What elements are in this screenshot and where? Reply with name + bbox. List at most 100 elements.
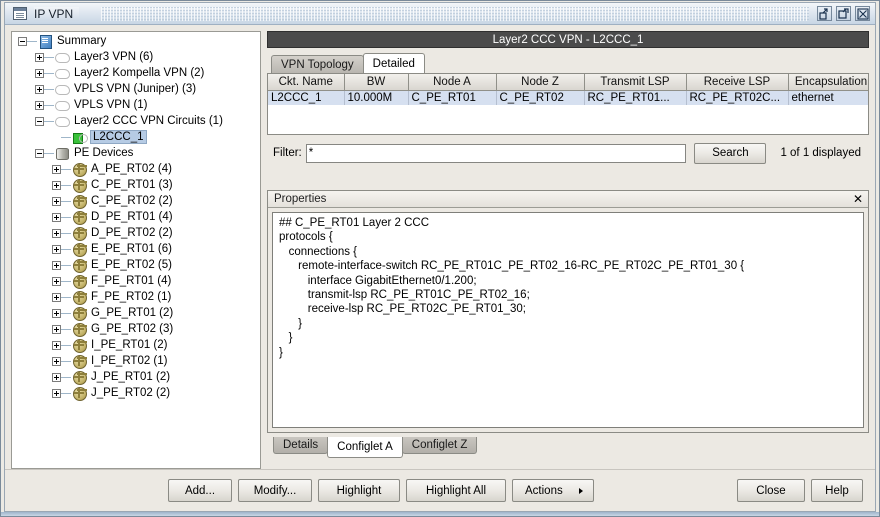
modify-button[interactable]: Modify... <box>238 479 312 502</box>
tree-node[interactable]: F_PE_RT02 (1) <box>13 289 259 305</box>
result-count-label: 1 of 1 displayed <box>780 147 861 159</box>
tree-node[interactable]: PE Devices <box>13 145 259 161</box>
router-icon <box>71 194 87 209</box>
tab-detailed[interactable]: Detailed <box>362 53 425 73</box>
expand-plus-icon[interactable] <box>35 68 44 78</box>
tree-node[interactable]: J_PE_RT02 (2) <box>13 385 259 401</box>
expand-plus-icon[interactable] <box>35 100 44 110</box>
collapse-minus-icon[interactable] <box>35 116 44 126</box>
expand-plus-icon[interactable] <box>52 388 61 398</box>
column-header[interactable]: Encapsulation <box>788 74 868 91</box>
filter-row: Filter: Search 1 of 1 displayed <box>267 141 869 165</box>
expand-plus-icon[interactable] <box>52 372 61 382</box>
tree-node[interactable]: Layer3 VPN (6) <box>13 49 259 65</box>
tree-node[interactable]: VPLS VPN (Juniper) (3) <box>13 81 259 97</box>
restore-down-icon[interactable] <box>817 6 832 21</box>
expand-plus-icon[interactable] <box>52 196 61 206</box>
column-header[interactable]: BW <box>344 74 409 91</box>
router-icon <box>71 338 87 353</box>
bottom-tab-configlet-a[interactable]: Configlet A <box>327 437 403 458</box>
tree-node[interactable]: L2CCC_1 <box>13 129 259 145</box>
tree-node[interactable]: Summary <box>13 33 259 49</box>
tab-vpn-topology[interactable]: VPN Topology <box>271 55 364 73</box>
tree-node-label: I_PE_RT02 (1) <box>91 355 168 367</box>
tree-node[interactable]: D_PE_RT02 (2) <box>13 225 259 241</box>
tree-connector <box>61 344 71 346</box>
tree-node-leaf-spacer <box>52 133 61 142</box>
table-cell: ethernet <box>788 90 868 105</box>
expand-plus-icon[interactable] <box>52 244 61 254</box>
tree-node[interactable]: Layer2 CCC VPN Circuits (1) <box>13 113 259 129</box>
expand-plus-icon[interactable] <box>52 228 61 238</box>
expand-plus-icon[interactable] <box>35 52 44 62</box>
router-icon <box>71 178 87 193</box>
column-header[interactable]: Receive LSP <box>686 74 789 91</box>
tree-node[interactable]: G_PE_RT02 (3) <box>13 321 259 337</box>
tree-node[interactable]: D_PE_RT01 (4) <box>13 209 259 225</box>
tree-node[interactable]: C_PE_RT01 (3) <box>13 177 259 193</box>
close-icon[interactable] <box>855 6 870 21</box>
router-icon <box>71 386 87 401</box>
expand-plus-icon[interactable] <box>52 276 61 286</box>
expand-plus-icon[interactable] <box>52 356 61 366</box>
tree-node[interactable]: E_PE_RT02 (5) <box>13 257 259 273</box>
column-header[interactable]: Node A <box>408 74 497 91</box>
properties-title: Properties <box>274 193 327 205</box>
tree-node[interactable]: A_PE_RT02 (4) <box>13 161 259 177</box>
router-icon <box>71 258 87 273</box>
tree-node[interactable]: Layer2 Kompella VPN (2) <box>13 65 259 81</box>
router-icon <box>71 210 87 225</box>
navigation-tree-panel[interactable]: Summary Layer3 VPN (6) Layer2 Kompella VPN… <box>11 31 261 469</box>
expand-plus-icon[interactable] <box>52 212 61 222</box>
tree-node[interactable]: I_PE_RT02 (1) <box>13 353 259 369</box>
button-label: Modify... <box>253 484 297 497</box>
actions-button[interactable]: Actions <box>512 479 594 502</box>
column-header[interactable]: Node Z <box>496 74 585 91</box>
expand-plus-icon[interactable] <box>52 308 61 318</box>
close-button[interactable]: Close <box>737 479 805 502</box>
circuits-table-container[interactable]: Ckt. Name BW Node A Node Z Transmit LSP Recei… <box>267 73 869 135</box>
column-header[interactable]: Transmit LSP <box>584 74 687 91</box>
expand-plus-icon[interactable] <box>52 164 61 174</box>
tree-node[interactable]: VPLS VPN (1) <box>13 97 259 113</box>
highlight-button[interactable]: Highlight <box>318 479 400 502</box>
detail-panel: Layer2 CCC VPN - L2CCC_1 VPN Topology Det… <box>267 31 869 463</box>
tree-node[interactable]: I_PE_RT01 (2) <box>13 337 259 353</box>
router-icon <box>71 370 87 385</box>
window-controls <box>817 6 870 21</box>
tree-node-label: F_PE_RT01 (4) <box>91 275 172 287</box>
expand-plus-icon[interactable] <box>52 260 61 270</box>
table-cell: RC_PE_RT01... <box>584 90 687 105</box>
tree-node[interactable]: J_PE_RT01 (2) <box>13 369 259 385</box>
table-row[interactable]: L2CCC_1 10.000M C_PE_RT01 C_PE_RT02 RC_PE_RT… <box>268 90 868 105</box>
properties-close-icon[interactable]: ✕ <box>853 193 863 205</box>
tree-node-label: G_PE_RT01 (2) <box>91 307 174 319</box>
maximize-icon[interactable] <box>836 6 851 21</box>
expand-plus-icon[interactable] <box>52 340 61 350</box>
highlight-all-button[interactable]: Highlight All <box>406 479 506 502</box>
bottom-tab-configlet-z[interactable]: Configlet Z <box>401 437 478 454</box>
tree-connector <box>44 120 54 122</box>
search-button[interactable]: Search <box>694 142 767 164</box>
window-bottom-strip <box>1 512 879 516</box>
properties-header: Properties ✕ <box>268 191 868 208</box>
tree-node-label: Layer2 CCC VPN Circuits (1) <box>74 115 223 127</box>
tree-connector <box>61 216 71 218</box>
expand-plus-icon[interactable] <box>35 84 44 94</box>
column-header[interactable]: Ckt. Name <box>268 74 345 91</box>
help-button[interactable]: Help <box>811 479 863 502</box>
tree-node-label: D_PE_RT01 (4) <box>91 211 173 223</box>
tree-node[interactable]: F_PE_RT01 (4) <box>13 273 259 289</box>
expand-plus-icon[interactable] <box>52 324 61 334</box>
add-button[interactable]: Add... <box>168 479 232 502</box>
expand-plus-icon[interactable] <box>52 292 61 302</box>
collapse-minus-icon[interactable] <box>35 148 44 158</box>
tree-node[interactable]: E_PE_RT01 (6) <box>13 241 259 257</box>
collapse-minus-icon[interactable] <box>18 36 27 46</box>
bottom-tab-details[interactable]: Details <box>273 437 329 454</box>
filter-input[interactable] <box>305 143 687 163</box>
tree-node[interactable]: G_PE_RT01 (2) <box>13 305 259 321</box>
expand-plus-icon[interactable] <box>52 180 61 190</box>
properties-body[interactable]: ## C_PE_RT01 Layer 2 CCC protocols { con… <box>272 212 864 428</box>
tree-node[interactable]: C_PE_RT02 (2) <box>13 193 259 209</box>
